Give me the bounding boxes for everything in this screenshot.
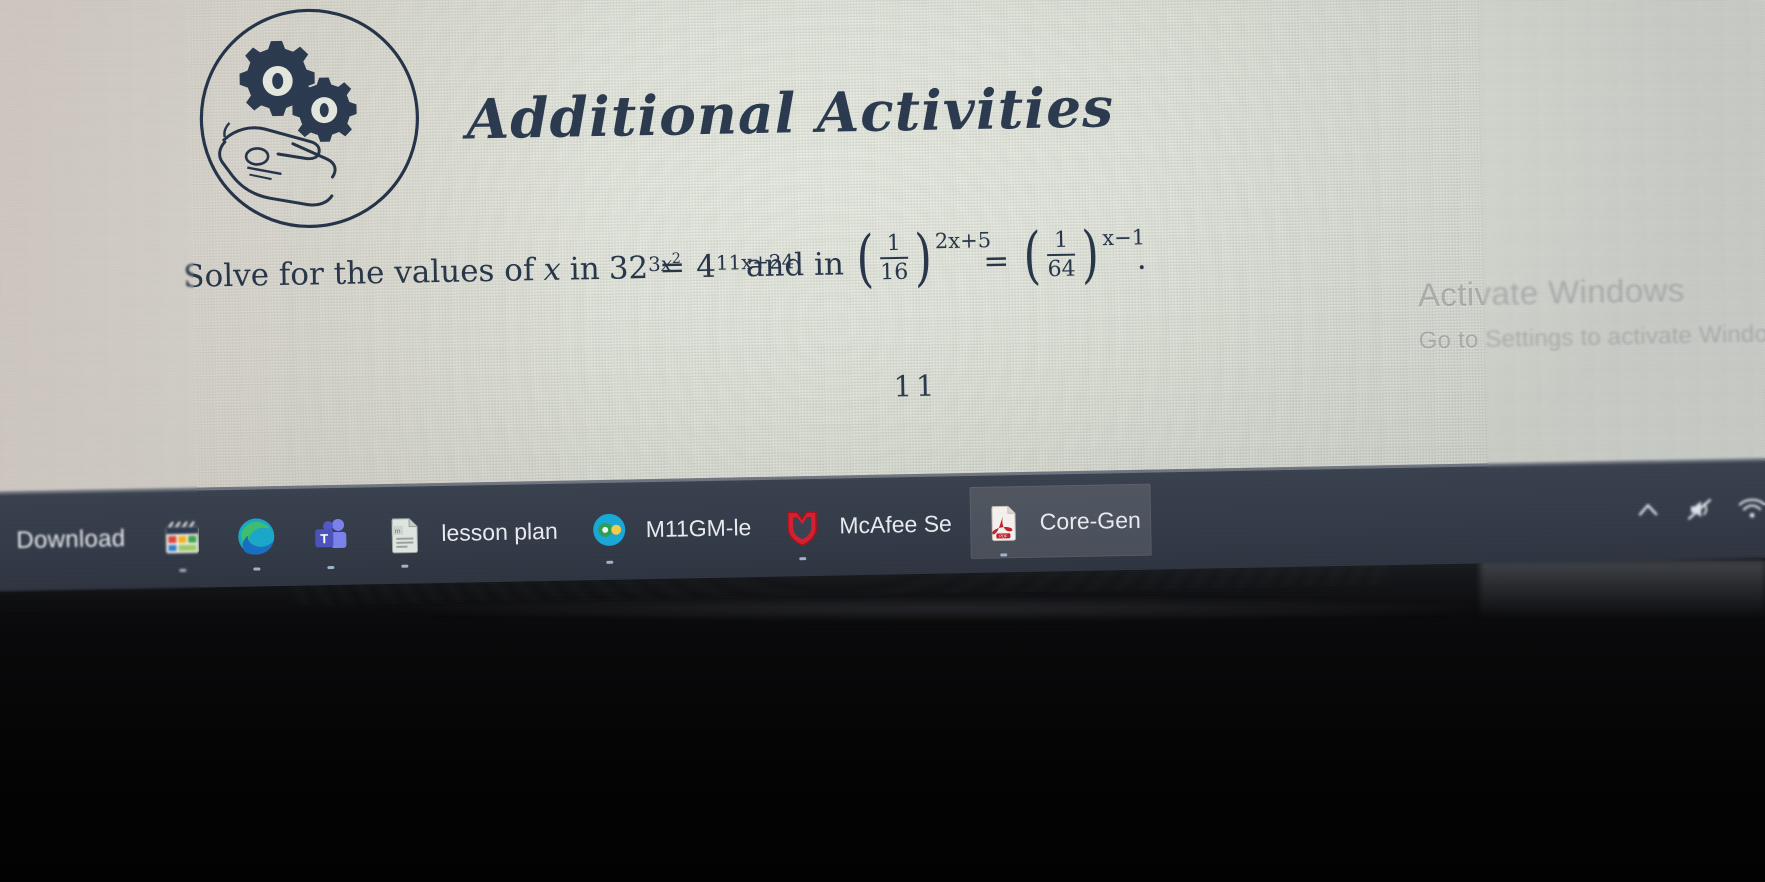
open-paren-right: ( [1022,218,1042,292]
page-title: Additional Activities [465,74,1115,152]
office-app-icon [585,506,632,564]
equation-one-right: 4 11x+24 [695,248,794,286]
eq1-left-exponent: 3x2 [647,250,681,276]
close-paren-left: ) [913,220,933,294]
taskbar-item-edge[interactable] [223,500,290,573]
eq1-left-exp-coeff: 3 [647,252,661,276]
open-paren-left: ( [855,221,875,295]
microsoft-teams-icon: T [307,512,354,570]
eq2-left-denominator: 16 [880,259,909,286]
taskbar-item-photos[interactable] [149,501,216,574]
eq1-right-base: 4 [695,248,717,286]
svg-text:m: m [395,528,401,535]
mcafee-shield-icon [779,503,826,561]
network-icon[interactable] [1726,482,1765,535]
eq2-left-numerator: 1 [886,230,901,257]
running-indicator [179,568,187,572]
running-indicator [253,567,261,571]
eq2-right-numerator: 1 [1053,227,1069,253]
activate-windows-watermark: Activate Windows Go to Settings to activ… [1418,269,1765,356]
photographed-monitor: Additional Activities Solve for the valu… [0,0,1765,882]
taskbar-item-mcafee[interactable]: McAfee Se [769,487,963,563]
taskbar-label-lesson-plan: lesson plan [441,517,558,546]
running-indicator [327,566,335,570]
taskbar-item-core-gen[interactable]: PDF Core-Gen [969,483,1152,560]
eq2-left-exponent: 2x+5 [934,228,992,254]
close-paren-right: ) [1081,217,1100,291]
eq1-left-exp-var: x [660,252,673,276]
svg-text:T: T [320,531,328,546]
eq2-right-exponent: x−1 [1102,225,1146,250]
running-indicator [401,564,409,568]
word-document-icon: m [381,510,428,568]
microsoft-edge-icon [233,513,280,571]
eq1-left-base: 32 [608,249,649,287]
pdf-document-icon: PDF [979,499,1026,557]
equation-one-left: 32 3x2 [608,249,681,287]
page-number: 11 [893,368,939,404]
equation-two-right: ( 1 64 ) x−1 [1020,217,1145,292]
equation-two-left: ( 1 16 ) 2x+5 [852,220,991,295]
taskbar-label-core-gen: Core-Gen [1039,506,1141,535]
taskbar-download-label[interactable]: Download [16,525,126,555]
problem-variable: x [543,251,562,288]
problem-lead-text: Solve for the values of [183,252,535,295]
photos-app-icon [159,514,206,572]
taskbar-label-m11gm: M11GM-le [645,513,752,542]
eq1-right-exponent: 11x+24 [715,249,795,275]
system-tray[interactable] [1622,482,1765,537]
taskbar-item-lesson-plan[interactable]: m lesson plan [371,495,569,571]
taskbar-label-mcafee: McAfee Se [839,509,953,539]
svg-text:PDF: PDF [999,533,1008,538]
speaker-muted-icon[interactable] [1674,483,1727,536]
gears-in-hand-circle-icon [196,5,422,231]
chevron-up-icon[interactable] [1622,484,1675,537]
fraction-one-sixteenth: 1 16 [877,230,912,286]
problem-connector-in: in [569,250,601,288]
running-indicator [999,553,1007,557]
section-header: Additional Activities [196,0,1200,234]
running-indicator [605,560,613,564]
screen-area: Additional Activities Solve for the valu… [0,0,1765,612]
fraction-one-sixtyfourth: 1 64 [1044,227,1079,283]
watermark-title: Activate Windows [1417,271,1686,314]
taskbar-item-m11gm[interactable]: M11GM-le [575,491,762,566]
taskbar-item-teams[interactable]: T [297,498,364,571]
running-indicator [799,557,807,561]
eq2-right-denominator: 64 [1047,256,1076,283]
eq1-left-exp-power: 2 [671,250,682,267]
